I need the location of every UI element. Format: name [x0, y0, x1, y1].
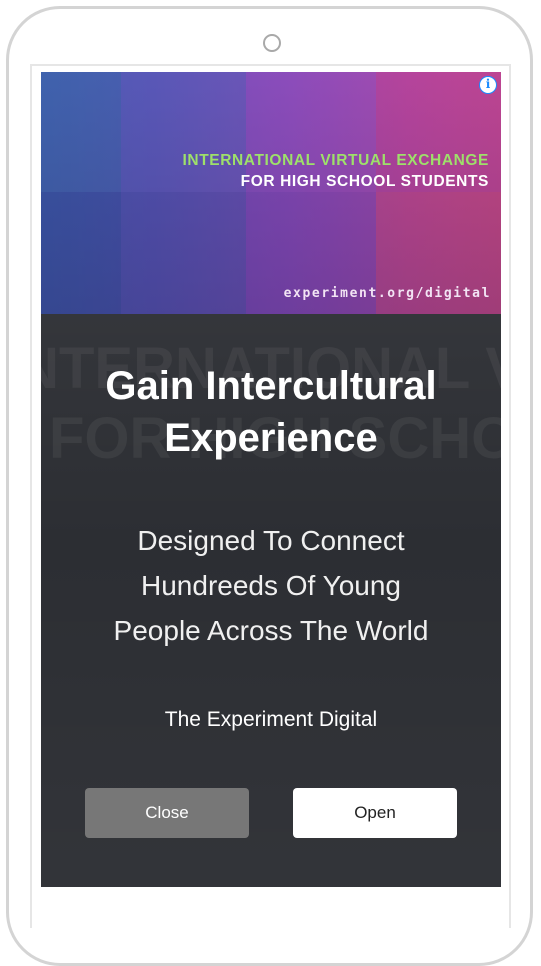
banner-headline: INTERNATIONAL VIRTUAL EXCHANGE FOR HIGH …	[183, 150, 489, 192]
ad-headline-line2: Experience	[164, 416, 378, 460]
open-button[interactable]: Open	[293, 788, 457, 838]
ad-description[interactable]: Designed To Connect Hundreeds Of Young P…	[41, 518, 501, 653]
ad-headline[interactable]: Gain Intercultural Experience	[41, 360, 501, 464]
camera-icon	[263, 34, 281, 52]
ad-description-line3: People Across The World	[113, 615, 429, 646]
ad-info-icon[interactable]: i	[479, 76, 497, 94]
close-button[interactable]: Close	[85, 788, 249, 838]
ad-description-line2: Hundreeds Of Young	[141, 570, 401, 601]
interstitial-ad[interactable]: i INTERNATIONAL VIRTUAL EXCHANGE FOR HIG…	[41, 72, 501, 887]
ad-headline-line1: Gain Intercultural	[105, 364, 437, 408]
banner-overlay	[41, 72, 501, 314]
banner-url: experiment.org/digital	[283, 286, 491, 301]
ad-description-line1: Designed To Connect	[137, 525, 405, 556]
banner-headline-line1: INTERNATIONAL VIRTUAL EXCHANGE	[182, 152, 489, 169]
banner-headline-line2: FOR HIGH SCHOOL STUDENTS	[240, 173, 489, 190]
ad-banner-image[interactable]: i INTERNATIONAL VIRTUAL EXCHANGE FOR HIG…	[41, 72, 501, 314]
advertiser-name[interactable]: The Experiment Digital	[41, 708, 501, 732]
